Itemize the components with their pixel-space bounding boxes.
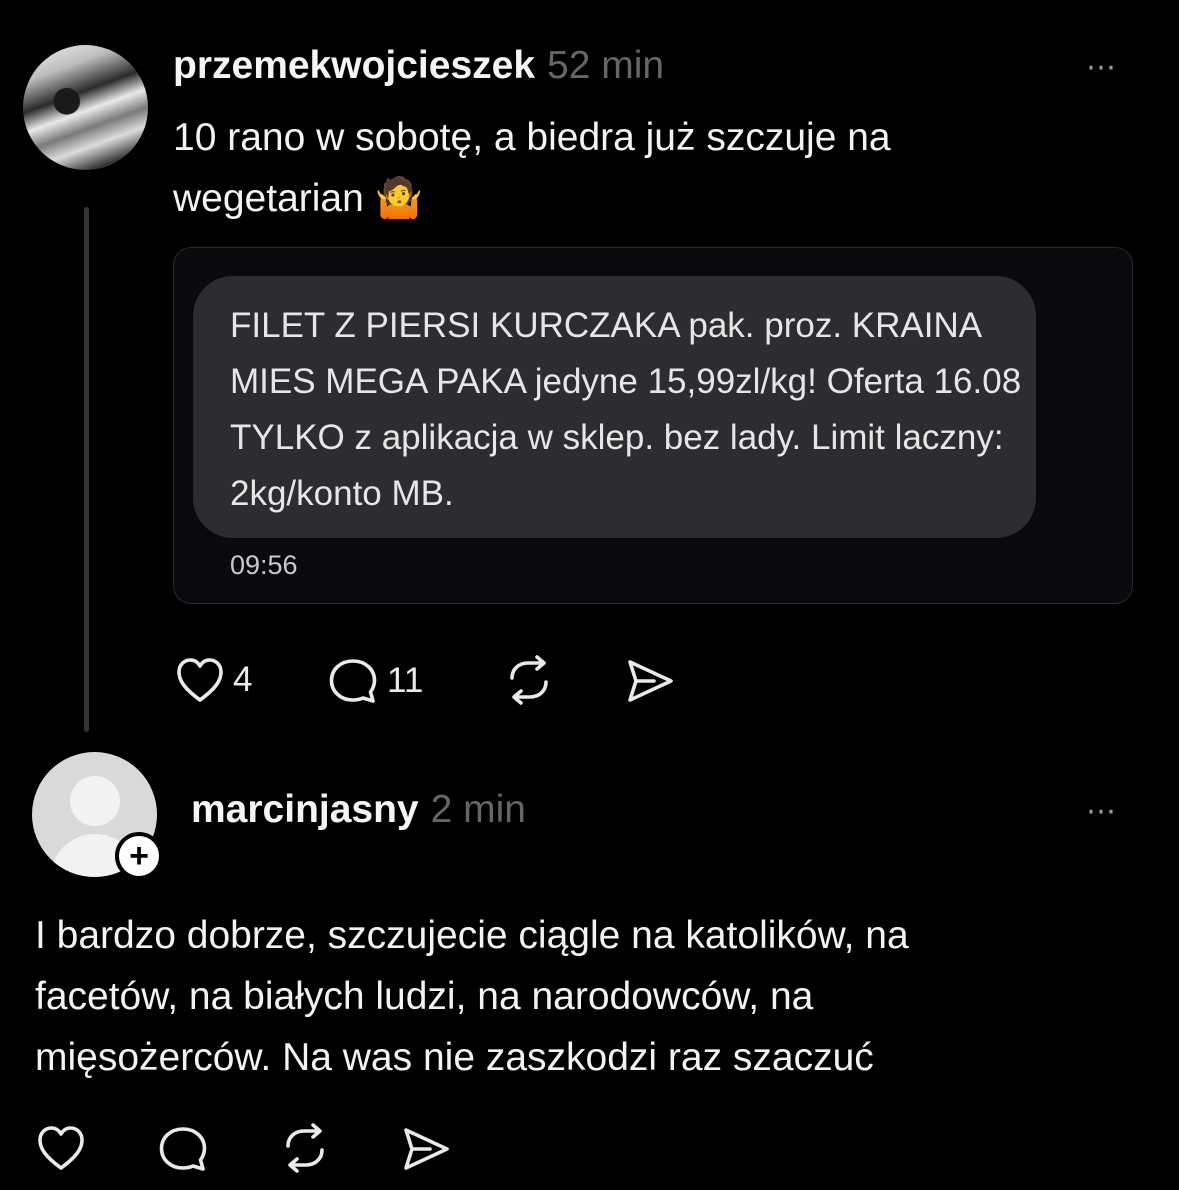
- thread-line: [84, 207, 89, 732]
- repost-icon: [510, 655, 548, 705]
- username[interactable]: przemekwojcieszek: [173, 44, 535, 87]
- comment-icon: [159, 1127, 207, 1171]
- avatar[interactable]: [23, 45, 148, 170]
- post-text: 10 rano w sobotę, a biedra już szczuje n…: [173, 116, 891, 220]
- reply-text: I bardzo dobrze, szczujecie ciągle na ka…: [35, 914, 909, 1079]
- sms-text: FILET Z PIERSI KURCZAKA pak. proz. KRAIN…: [230, 306, 1022, 513]
- repost-button[interactable]: [503, 654, 555, 706]
- like-count: 4: [233, 660, 253, 699]
- post-header: przemekwojcieszek 52 min: [173, 44, 664, 88]
- avatar-placeholder-head: [70, 776, 120, 826]
- more-options-icon[interactable]: ⋯: [1086, 794, 1119, 829]
- post-header: marcinjasny 2 min: [191, 788, 526, 832]
- share-button[interactable]: [400, 1124, 452, 1174]
- repost-icon: [286, 1123, 324, 1173]
- comment-button[interactable]: [157, 1124, 209, 1174]
- more-options-icon[interactable]: ⋯: [1086, 50, 1119, 85]
- share-button[interactable]: [624, 656, 676, 706]
- timestamp: 52 min: [547, 44, 665, 87]
- send-icon: [404, 1128, 449, 1170]
- comment-count: 11: [387, 661, 424, 700]
- sms-time: 09:56: [230, 550, 298, 580]
- repost-button[interactable]: [279, 1122, 331, 1174]
- comment-button[interactable]: 11: [327, 656, 423, 706]
- heart-icon: [38, 1126, 84, 1170]
- follow-plus-icon[interactable]: +: [115, 832, 163, 880]
- like-button[interactable]: [36, 1124, 86, 1172]
- username[interactable]: marcinjasny: [191, 788, 419, 831]
- timestamp: 2 min: [430, 788, 526, 831]
- send-icon: [628, 660, 673, 702]
- comment-icon: [329, 659, 377, 703]
- heart-icon: [177, 658, 223, 702]
- like-button[interactable]: 4: [175, 656, 252, 704]
